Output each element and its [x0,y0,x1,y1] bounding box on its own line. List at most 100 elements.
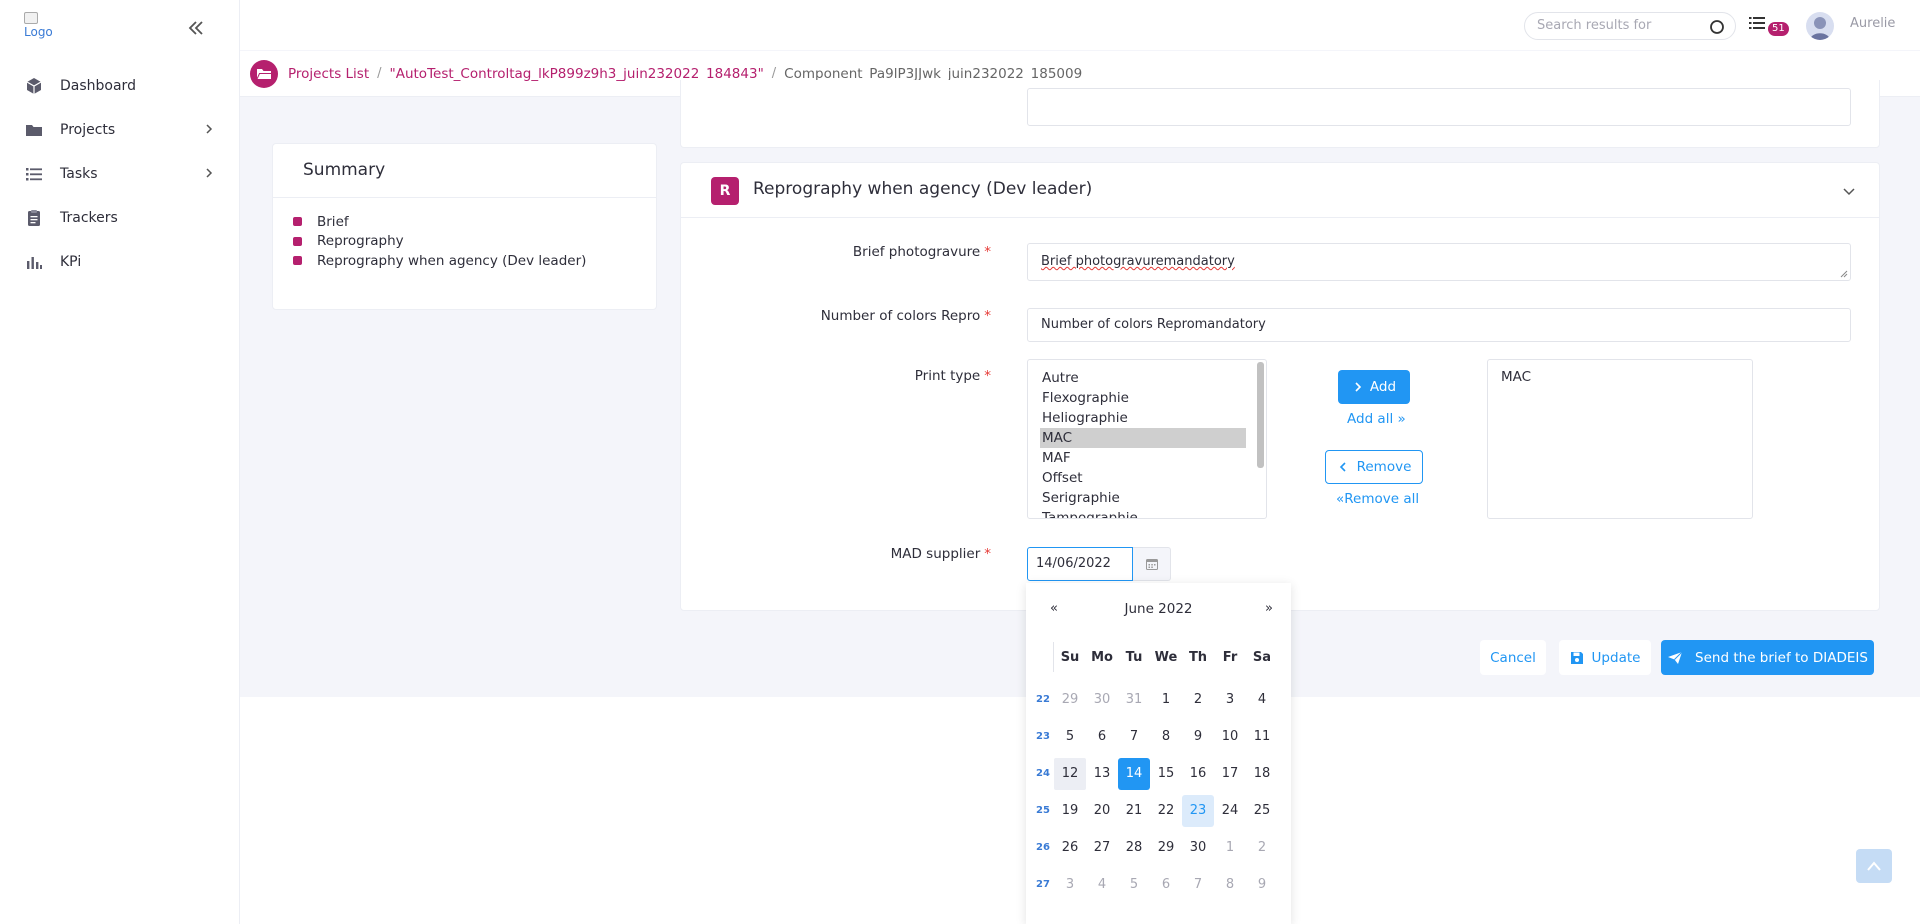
day-cell[interactable]: 25 [1246,795,1278,827]
datepicker-month-title[interactable]: June 2022 [1026,601,1291,617]
search-icon[interactable] [1709,19,1725,35]
day-cell[interactable]: 8 [1150,721,1182,753]
day-cell[interactable]: 5 [1054,721,1086,753]
day-cell[interactable]: 30 [1086,684,1118,716]
list-option[interactable]: Autre [1040,368,1246,388]
cancel-button[interactable]: Cancel [1480,640,1546,675]
week-row: 23 5 6 7 8 9 10 11 [1032,718,1278,755]
logo[interactable]: Logo [24,12,64,46]
add-all-link[interactable]: Add all » [1347,411,1406,427]
add-button[interactable]: Add [1338,370,1410,404]
day-cell[interactable]: 4 [1246,684,1278,716]
print-type-label: Print type * [915,368,991,384]
folder-icon [24,120,44,140]
day-cell[interactable]: 7 [1182,869,1214,901]
remove-all-link[interactable]: «Remove all [1336,491,1419,507]
bar-chart-icon [24,252,44,272]
collapse-sidebar-button[interactable] [184,16,208,40]
day-cell[interactable]: 9 [1246,869,1278,901]
day-cell[interactable]: 2 [1182,684,1214,716]
day-cell[interactable]: 21 [1118,795,1150,827]
section-header[interactable]: R Reprography when agency (Dev leader) [681,163,1879,218]
day-cell[interactable]: 19 [1054,795,1086,827]
day-cell[interactable]: 22 [1150,795,1182,827]
list-option[interactable]: Serigraphie [1040,488,1246,508]
calendar-button[interactable] [1133,547,1171,581]
avatar[interactable] [1806,12,1834,40]
day-cell[interactable]: 13 [1086,758,1118,790]
day-cell[interactable]: 10 [1214,721,1246,753]
link-label: Remove all [1344,491,1420,507]
back-to-top-button[interactable] [1856,849,1892,883]
resize-handle-icon[interactable] [1840,270,1848,278]
datepicker-next-button[interactable]: » [1265,601,1273,616]
day-cell[interactable]: 5 [1118,869,1150,901]
calendar-icon [1145,559,1158,570]
breadcrumb-projects-list[interactable]: Projects List [288,66,369,82]
list-option[interactable]: Offset [1040,468,1246,488]
chevron-down-icon[interactable] [1841,183,1857,199]
number-of-colors-input[interactable]: Number of colors Repromandatory [1027,308,1851,342]
day-cell[interactable]: 24 [1214,795,1246,827]
day-cell[interactable]: 7 [1118,721,1150,753]
day-cell[interactable]: 15 [1150,758,1182,790]
day-cell[interactable]: 20 [1086,795,1118,827]
previous-section-field[interactable] [1027,88,1851,126]
day-cell[interactable]: 2 [1246,832,1278,864]
remove-button[interactable]: Remove [1325,450,1423,484]
week-number: 25 [1036,805,1050,816]
list-option[interactable]: Heliographie [1040,408,1246,428]
update-button[interactable]: Update [1559,640,1651,675]
list-option[interactable]: Tampographie [1040,508,1246,518]
username[interactable]: Aurelie [1850,16,1895,31]
brief-photogravure-textarea[interactable]: Brief photogravuremandatory [1027,243,1851,281]
logo-alt-text: Logo [24,25,53,39]
cube-icon [24,76,44,96]
list-option[interactable]: MAC [1501,369,1739,385]
day-cell[interactable]: 31 [1118,684,1150,716]
day-cell[interactable]: 1 [1214,832,1246,864]
day-cell[interactable]: 9 [1182,721,1214,753]
day-cell[interactable]: 28 [1118,832,1150,864]
sidebar-item-dashboard[interactable]: Dashboard [0,64,240,108]
print-type-available-list[interactable]: Autre Flexographie Heliographie MAC MAF … [1027,359,1267,519]
sidebar-item-projects[interactable]: Projects [0,108,240,152]
double-chevron-right-icon: » [1397,411,1406,427]
list-option-selected[interactable]: MAC [1040,428,1246,448]
day-cell[interactable]: 18 [1246,758,1278,790]
day-cell[interactable]: 29 [1054,684,1086,716]
mad-supplier-date-input[interactable]: 14/06/2022 [1027,547,1133,581]
sidebar-item-trackers[interactable]: Trackers [0,196,240,240]
day-cell[interactable]: 16 [1182,758,1214,790]
summary-item-reprography-agency[interactable]: Reprography when agency (Dev leader) [293,251,656,271]
sidebar-item-kpi[interactable]: KPi [0,240,240,284]
search-input[interactable] [1537,18,1697,33]
day-cell[interactable]: 30 [1182,832,1214,864]
day-cell-today[interactable]: 23 [1182,794,1214,827]
day-cell[interactable]: 27 [1086,832,1118,864]
day-cell[interactable]: 8 [1214,869,1246,901]
day-cell[interactable]: 3 [1054,869,1086,901]
required-asterisk: * [984,308,991,324]
day-cell[interactable]: 26 [1054,832,1086,864]
sidebar-item-tasks[interactable]: Tasks [0,152,240,196]
summary-item-reprography[interactable]: Reprography [293,232,656,252]
day-cell[interactable]: 17 [1214,758,1246,790]
print-type-selected-list[interactable]: MAC [1487,359,1753,519]
day-cell[interactable]: 3 [1214,684,1246,716]
list-option[interactable]: Flexographie [1040,388,1246,408]
day-cell[interactable]: 6 [1086,721,1118,753]
day-cell[interactable]: 1 [1150,684,1182,716]
datepicker-prev-button[interactable]: « [1050,601,1058,616]
day-cell[interactable]: 11 [1246,721,1278,753]
list-option[interactable]: MAF [1040,448,1246,468]
day-cell[interactable]: 29 [1150,832,1182,864]
day-cell[interactable]: 6 [1150,869,1182,901]
send-brief-button[interactable]: Send the brief to DIADEIS [1661,640,1874,675]
day-cell[interactable]: 4 [1086,869,1118,901]
notifications-button[interactable]: 51 [1748,14,1789,38]
scrollbar-thumb[interactable] [1257,362,1264,468]
day-cell-selected[interactable]: 14 [1118,757,1150,790]
summary-item-brief[interactable]: Brief [293,212,656,232]
day-cell[interactable]: 12 [1054,757,1086,790]
